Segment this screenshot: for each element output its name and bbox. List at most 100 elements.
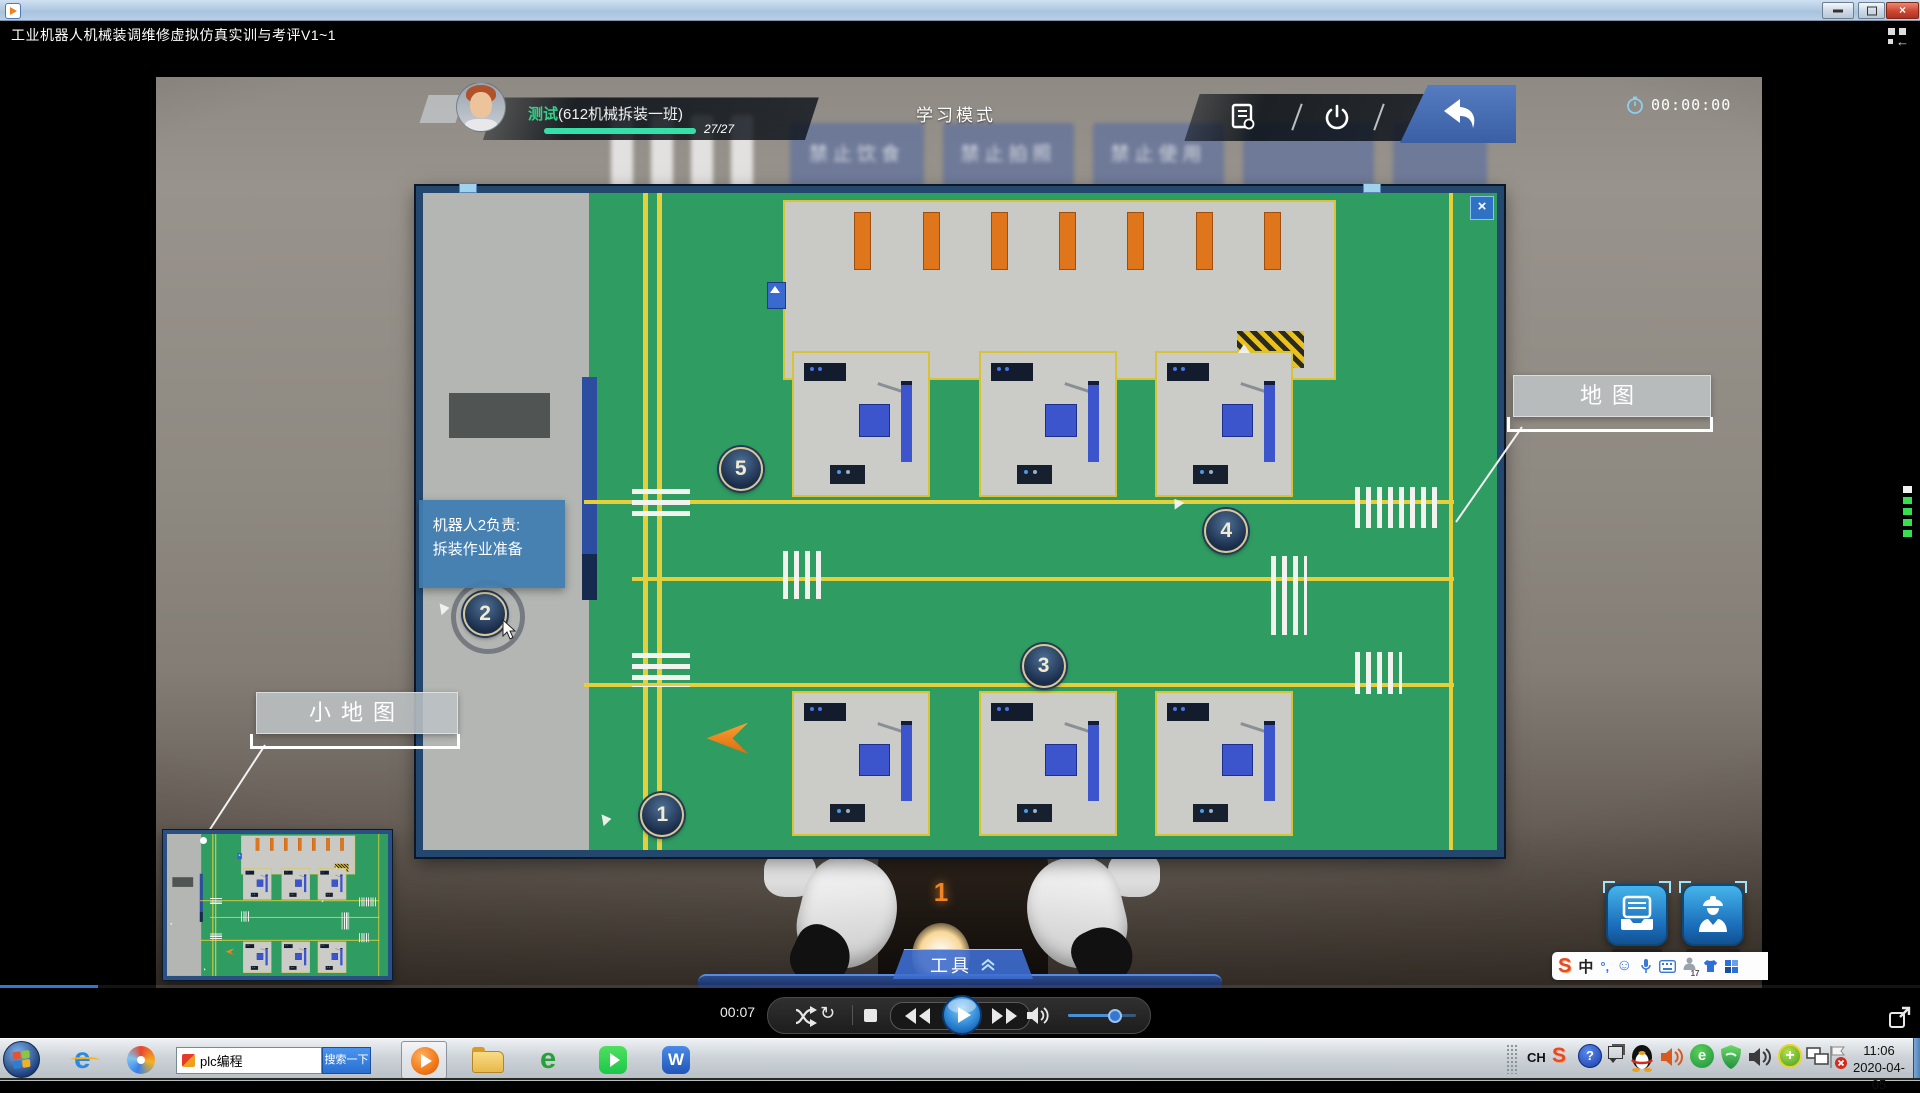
keyboard-icon[interactable]: [1659, 960, 1676, 973]
playlist-toggle-icon[interactable]: ←: [1888, 28, 1914, 48]
repeat-icon[interactable]: ↻: [820, 1003, 835, 1024]
tray-green-e-icon[interactable]: e: [1690, 1044, 1714, 1068]
rewind-button[interactable]: [904, 1008, 932, 1024]
emoji-icon[interactable]: ☺: [1616, 957, 1632, 975]
factory-map-panel[interactable]: 1 2 3 4 5 机器人2负责: 拆装作业准备 ×: [416, 186, 1504, 857]
iqiyi-play-glyph: [610, 1053, 620, 1067]
tray-help-icon[interactable]: ?: [1578, 1044, 1602, 1068]
ime-toolbar[interactable]: S 中 °, ☺ 17: [1552, 952, 1768, 980]
cell-pole: [1264, 721, 1275, 801]
tray-action-center-icon[interactable]: [1828, 1044, 1848, 1070]
tools-tab[interactable]: 工具: [893, 949, 1033, 979]
charging-dock-bar: [326, 838, 330, 851]
cell-robot-base: [859, 404, 890, 437]
station-badge-3[interactable]: 3: [1022, 644, 1066, 688]
search-input-value[interactable]: plc编程: [200, 1051, 243, 1070]
worker-icon: [1696, 894, 1730, 934]
charging-dock-bar: [1127, 212, 1144, 270]
map-crosswalk: [1355, 487, 1441, 528]
tray-grip[interactable]: [1506, 1044, 1518, 1074]
map-workcell: [318, 942, 346, 973]
screen: { "window": { "title": "工业机器人机械装调维修虚拟仿真实…: [0, 0, 1920, 1080]
volume-icon[interactable]: [1026, 1005, 1052, 1026]
ime-profile[interactable]: 17: [1683, 957, 1696, 976]
map-blue-wall: [200, 874, 203, 912]
fullscreen-icon[interactable]: [1888, 1005, 1912, 1029]
user-name: 测试: [528, 106, 558, 123]
ime-menu-icon[interactable]: [1725, 960, 1738, 973]
taskbar-item-explorer[interactable]: [464, 1041, 510, 1079]
progress-bar: [544, 128, 696, 134]
show-desktop-button[interactable]: [1913, 1038, 1920, 1080]
map-door-marker: [335, 867, 337, 869]
taskbar-item-ie[interactable]: e: [62, 1041, 108, 1079]
taskbar-item-player-active[interactable]: [401, 1041, 447, 1079]
task-list-icon[interactable]: [1230, 103, 1256, 131]
minimize-button[interactable]: [1822, 2, 1854, 19]
play-button[interactable]: [942, 995, 982, 1035]
video-frame[interactable]: 禁止饮食 禁止拍照 禁止使用 1 工具 测试(612机械拆装一班) 27/27 …: [156, 77, 1762, 988]
sogou-logo[interactable]: S: [1558, 955, 1571, 978]
taskbar-search-box[interactable]: plc编程: [176, 1047, 322, 1074]
cell-pole: [901, 721, 912, 801]
cell-robot-base: [331, 953, 337, 960]
map-workcell: [792, 691, 929, 836]
microphone-icon[interactable]: [1640, 958, 1652, 974]
avatar-shirt: [465, 119, 497, 132]
hud-right-bar: [1184, 94, 1425, 141]
profile-badge: 17: [1691, 969, 1700, 978]
skin-shirt-icon[interactable]: [1703, 959, 1718, 973]
taskbar-item-360browser[interactable]: e: [527, 1041, 573, 1079]
taskbar-item-wps[interactable]: W: [653, 1041, 699, 1079]
tray-network-icon[interactable]: [1806, 1047, 1830, 1067]
green-e-icon: e: [540, 1043, 556, 1076]
tray-sogou-icon[interactable]: S: [1552, 1044, 1566, 1068]
equipment-button[interactable]: [1682, 884, 1744, 946]
map-agv-marker: [238, 853, 242, 859]
player-position-marker: [707, 723, 749, 755]
power-icon[interactable]: [1324, 104, 1350, 130]
map-close-button[interactable]: ×: [1470, 196, 1494, 220]
charging-dock-bar: [991, 212, 1008, 270]
minimap-floor-clone: [167, 834, 388, 976]
start-button[interactable]: [3, 1041, 40, 1078]
close-button[interactable]: ×: [1886, 2, 1919, 19]
tray-language-indicator[interactable]: CH: [1527, 1050, 1546, 1065]
station-badge-5[interactable]: 5: [719, 447, 763, 491]
cell-monitor: [991, 363, 1034, 382]
ime-lang-toggle[interactable]: 中: [1578, 956, 1593, 977]
controls-divider: [852, 1005, 853, 1025]
folder-icon: [472, 1051, 504, 1073]
tray-shield-icon[interactable]: [1720, 1044, 1742, 1070]
browser-swirl-center: [137, 1056, 145, 1064]
map-crosswalk: [783, 551, 823, 599]
charging-dock-bar: [298, 838, 302, 851]
fast-forward-button[interactable]: [990, 1008, 1018, 1024]
cell-monitor: [804, 703, 847, 721]
stop-button[interactable]: [864, 1009, 877, 1022]
search-go-button[interactable]: 搜索一下: [322, 1047, 371, 1074]
cell-console: [251, 966, 258, 970]
station-badge-2[interactable]: 2: [463, 592, 507, 636]
tray-antivirus-icon[interactable]: +: [1778, 1044, 1802, 1068]
tray-volume-icon[interactable]: [1748, 1046, 1772, 1068]
shuffle-icon[interactable]: [794, 1005, 820, 1027]
tray-qq-icon[interactable]: [1630, 1044, 1654, 1072]
taskbar-item-browser[interactable]: [118, 1041, 164, 1079]
map-lane-line: [584, 500, 1454, 504]
ime-punctuation-toggle[interactable]: °,: [1600, 959, 1609, 974]
tray-clock[interactable]: 11:06 2020-04-05: [1846, 1042, 1912, 1093]
map-crosswalk: [632, 653, 690, 687]
user-avatar[interactable]: [456, 82, 506, 132]
progress-fill: [544, 128, 696, 134]
mode-label: 学习模式: [876, 101, 1036, 126]
tray-audio-manager-icon[interactable]: [1660, 1046, 1684, 1068]
tray-expand-caret[interactable]: [1609, 1058, 1617, 1063]
minimap[interactable]: [163, 830, 392, 980]
materials-button[interactable]: [1606, 884, 1668, 946]
taskbar-item-iqiyi[interactable]: [590, 1041, 636, 1079]
restore-button[interactable]: [1858, 2, 1885, 19]
map-lane-line: [632, 577, 1454, 581]
seek-bar-track[interactable]: [0, 985, 1920, 988]
volume-knob[interactable]: [1108, 1009, 1122, 1023]
